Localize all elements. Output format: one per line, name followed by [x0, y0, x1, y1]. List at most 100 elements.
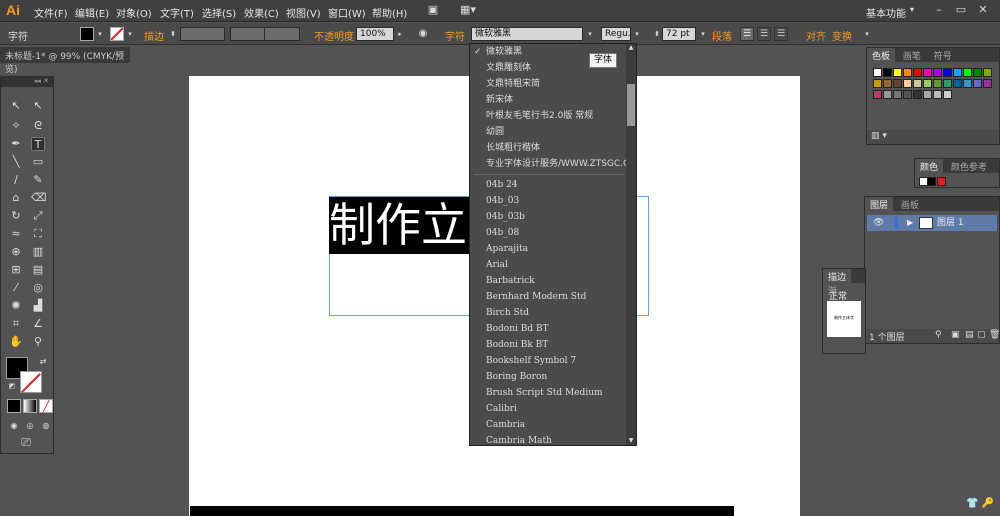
font-family-dropdown[interactable]: 微软雅黑 文鼎雕刻体 文鼎特粗宋简 新宋体 叶根友毛笔行书2.0版 常规 幼圆 … — [469, 43, 637, 446]
blob-brush-tool-icon[interactable]: ⌂ — [9, 191, 23, 205]
new-layer-icon[interactable]: ▢ — [977, 330, 986, 340]
color-swatch[interactable] — [983, 68, 992, 77]
color-swatch[interactable] — [933, 90, 942, 99]
magic-wand-tool-icon[interactable]: ✧ — [9, 119, 23, 133]
color-swatch[interactable] — [883, 90, 892, 99]
restore-icon[interactable]: ▭ — [954, 3, 968, 17]
font-option[interactable]: Bodoni Bk BT — [470, 337, 628, 353]
draw-inside-icon[interactable]: ◍ — [39, 419, 53, 433]
eyedropper-tool-icon[interactable]: ⁄ — [9, 281, 23, 295]
rectangle-tool-icon[interactable]: ▭ — [31, 155, 45, 169]
gradient-mode-icon[interactable] — [23, 399, 37, 413]
font-option[interactable]: Aparajita — [470, 241, 628, 257]
show-kinds-icon[interactable]: ▾ — [882, 131, 887, 141]
none-mode-icon[interactable]: ╱ — [39, 399, 53, 413]
color-swatch[interactable] — [913, 90, 922, 99]
color-panel-fill-swatch[interactable] — [927, 177, 936, 186]
warp-tool-icon[interactable]: ≈ — [9, 227, 23, 241]
color-swatch[interactable] — [973, 79, 982, 88]
scale-tool-icon[interactable]: ⤢ — [31, 209, 45, 223]
paragraph-label[interactable]: 段落 — [712, 28, 732, 43]
color-swatch[interactable] — [933, 68, 942, 77]
color-swatch[interactable] — [903, 68, 912, 77]
color-swatch[interactable] — [923, 90, 932, 99]
menu-type[interactable]: 文字(T) — [160, 5, 194, 20]
menu-edit[interactable]: 编辑(E) — [75, 5, 109, 20]
stroke-label[interactable]: 描边 — [144, 28, 164, 43]
color-swatch[interactable] — [883, 68, 892, 77]
zoom-tool-icon[interactable]: ⚲ — [31, 335, 45, 349]
stroke-weight-field[interactable] — [180, 27, 225, 41]
color-swatch[interactable] — [963, 79, 972, 88]
font-option[interactable]: 文鼎特粗宋简 — [470, 76, 628, 92]
recolor-icon[interactable]: ◉ — [418, 27, 428, 41]
color-swatch[interactable] — [933, 79, 942, 88]
color-swatch[interactable] — [893, 68, 902, 77]
font-option[interactable]: 幼圆 — [470, 124, 628, 140]
menu-select[interactable]: 选择(S) — [202, 5, 236, 20]
color-swatch[interactable] — [923, 68, 932, 77]
perspective-grid-tool-icon[interactable]: ▥ — [31, 245, 45, 259]
lasso-tool-icon[interactable]: ᘓ — [31, 119, 45, 133]
font-option[interactable]: 长城粗行楷体 — [470, 140, 628, 156]
font-family-field[interactable]: 微软雅黑 — [471, 27, 583, 41]
font-option[interactable]: Boring Boron — [470, 369, 628, 385]
brush-definition-field[interactable] — [264, 27, 300, 41]
tab-brushes[interactable]: 画笔 — [898, 48, 926, 62]
font-option[interactable]: 专业字体设计服务/WWW.ZTSGC.COM/ — [470, 156, 628, 172]
color-swatch[interactable] — [913, 68, 922, 77]
symbol-sprayer-tool-icon[interactable]: ✺ — [9, 299, 23, 313]
tab-swatches[interactable]: 色板 — [867, 48, 896, 62]
new-sublayer-icon[interactable]: ▤ — [965, 330, 974, 340]
bridge-icon[interactable]: ▣ — [426, 3, 440, 17]
font-family-dropdown-icon[interactable]: ▾ — [585, 27, 595, 41]
draw-normal-icon[interactable]: ◉ — [7, 419, 21, 433]
font-option[interactable]: Bookshelf Symbol 7 — [470, 353, 628, 369]
color-swatch[interactable] — [943, 90, 952, 99]
color-swatch[interactable] — [873, 79, 882, 88]
layer-expand-icon[interactable]: ▶ — [907, 215, 913, 231]
font-option[interactable]: Bodoni Bd BT — [470, 321, 628, 337]
align-right-icon[interactable]: ☰ — [774, 27, 788, 41]
align-left-icon[interactable]: ☰ — [740, 27, 754, 41]
draw-behind-icon[interactable]: ◎ — [23, 419, 37, 433]
color-swatch[interactable] — [973, 68, 982, 77]
font-option[interactable]: Bernhard Modern Std — [470, 289, 628, 305]
color-swatch[interactable] — [883, 79, 892, 88]
stroke-color-control[interactable] — [110, 27, 124, 41]
transform-label[interactable]: 变换 — [832, 28, 852, 43]
pencil-tool-icon[interactable]: ✎ — [31, 173, 45, 187]
tab-layers[interactable]: 图层 — [865, 197, 894, 211]
color-swatch[interactable] — [893, 90, 902, 99]
font-option[interactable]: Cambria — [470, 417, 628, 433]
font-size-stepper-icon[interactable]: ⬍ — [652, 27, 662, 41]
menu-file[interactable]: 文件(F) — [34, 5, 68, 20]
close-icon[interactable]: ✕ — [976, 3, 990, 17]
menu-help[interactable]: 帮助(H) — [372, 5, 407, 20]
tab-color[interactable]: 颜色 — [915, 159, 944, 173]
rotate-tool-icon[interactable]: ↻ — [9, 209, 23, 223]
color-swatch[interactable] — [953, 68, 962, 77]
color-swatch[interactable] — [913, 79, 922, 88]
line-tool-icon[interactable]: ╲ — [9, 155, 23, 169]
color-swatch[interactable] — [873, 68, 882, 77]
menu-object[interactable]: 对象(O) — [116, 5, 152, 20]
pen-tool-icon[interactable]: ✒ — [9, 137, 23, 151]
font-option[interactable]: 04b_08 — [470, 225, 628, 241]
default-colors-icon[interactable]: ◩ — [5, 379, 19, 393]
selection-tool-icon[interactable]: ↖ — [9, 99, 23, 113]
document-tab[interactable]: 未标题-1* @ 99% (CMYK/预览) — [0, 47, 130, 75]
scroll-up-icon[interactable]: ▲ — [627, 44, 635, 52]
delete-layer-icon[interactable]: 🗑 — [989, 330, 1000, 340]
column-graph-tool-icon[interactable]: ▟ — [31, 299, 45, 313]
fill-color-control[interactable] — [80, 27, 94, 41]
stroke-swatch[interactable] — [20, 371, 42, 393]
tab-artboards[interactable]: 画板 — [896, 197, 924, 211]
font-option[interactable]: Cambria Math — [470, 433, 628, 445]
align-center-icon[interactable]: ☰ — [757, 27, 771, 41]
mesh-tool-icon[interactable]: ⊞ — [9, 263, 23, 277]
arrange-documents-icon[interactable]: ▦▾ — [458, 3, 478, 17]
clipping-mask-icon[interactable]: ▣ — [951, 330, 960, 340]
font-label[interactable]: 字符 — [445, 28, 465, 43]
font-option[interactable]: 新宋体 — [470, 92, 628, 108]
